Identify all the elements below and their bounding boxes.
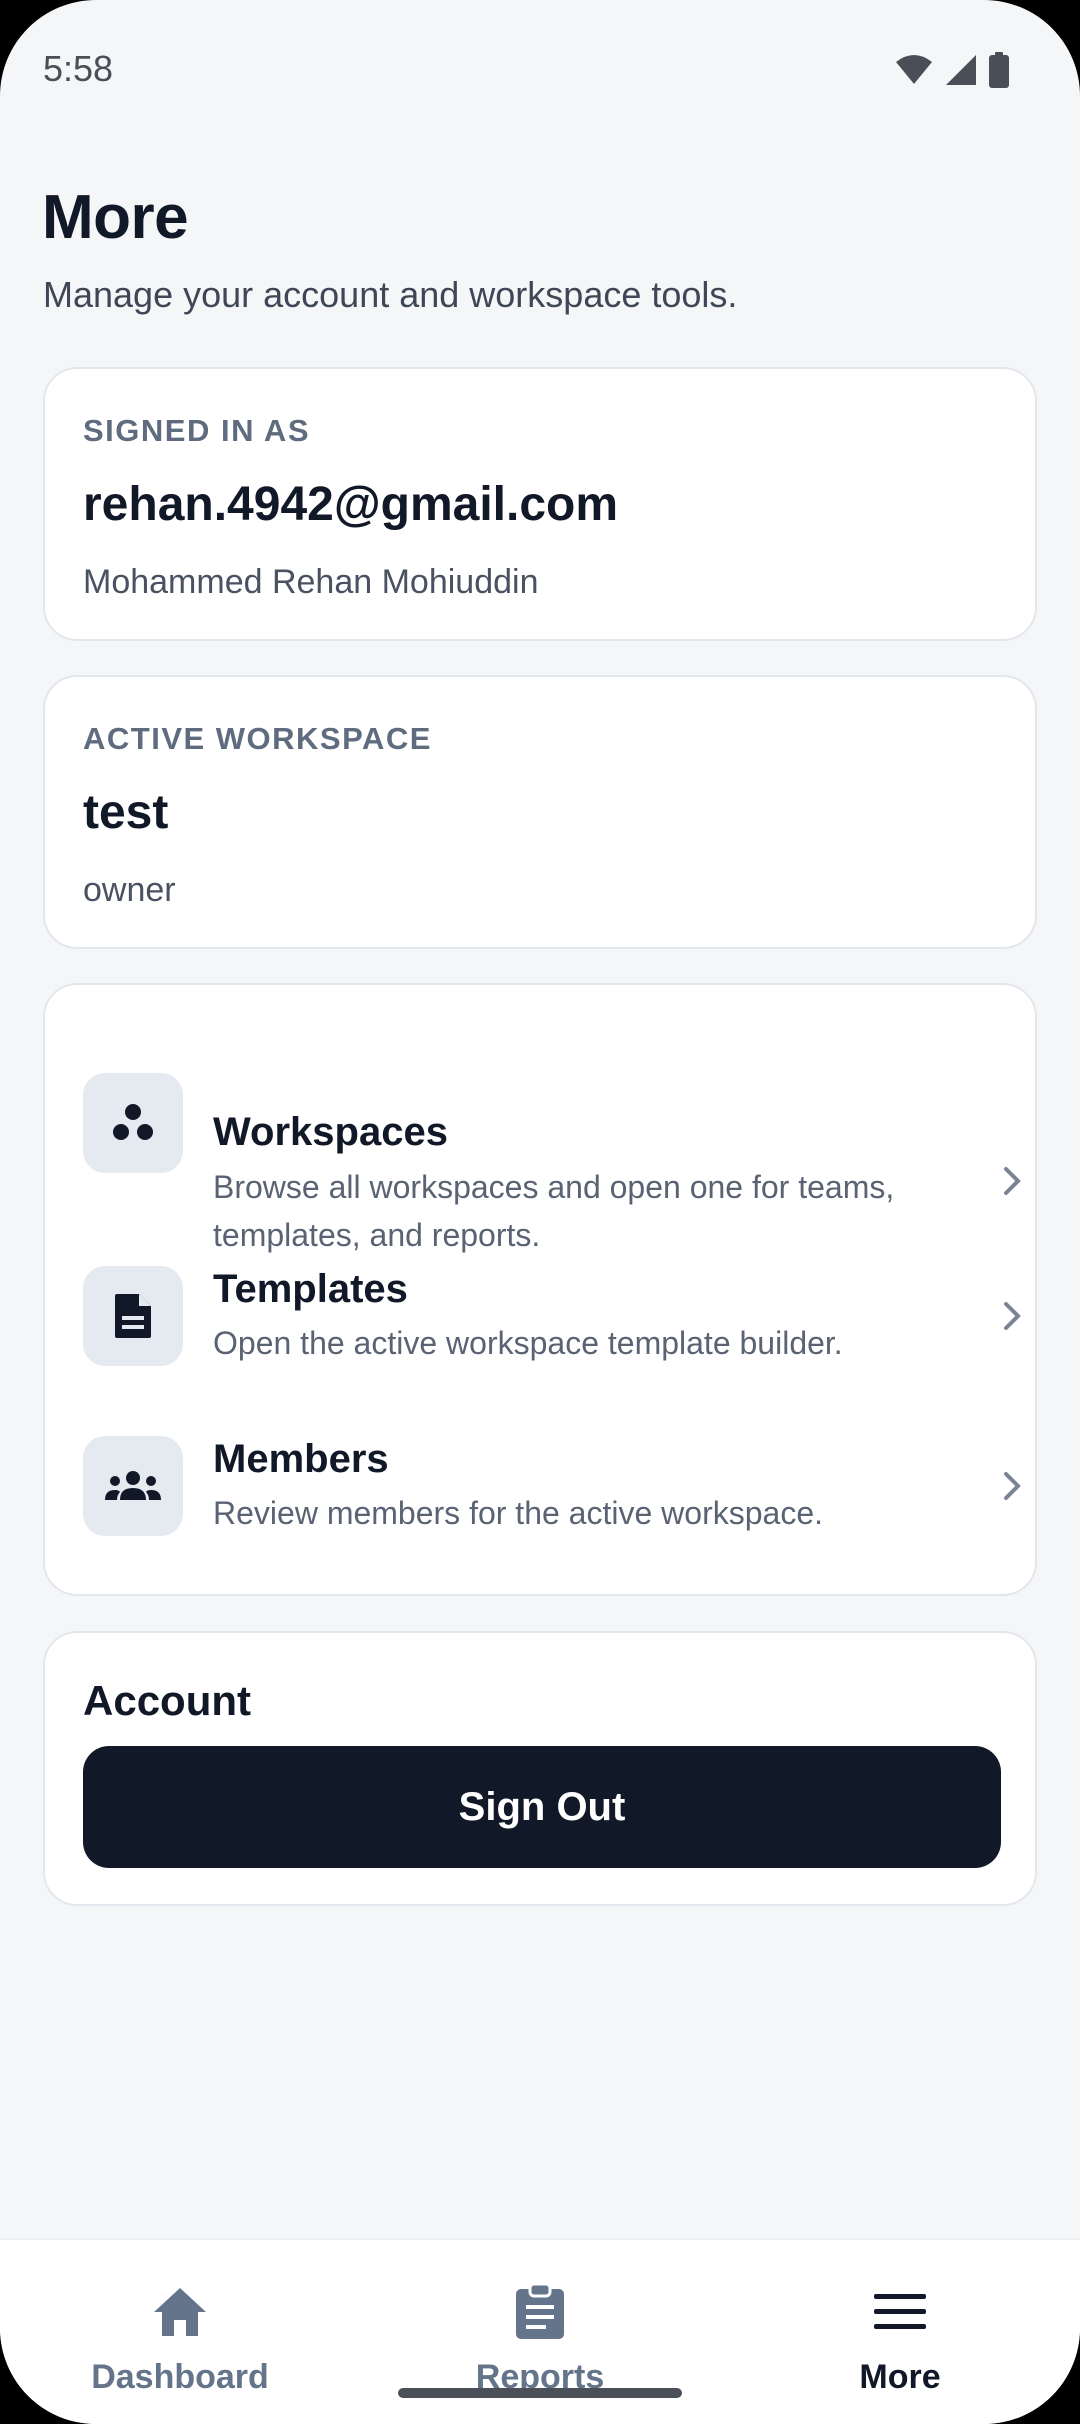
group-icon: [83, 1436, 183, 1536]
account-title: Account: [83, 1677, 251, 1724]
status-icons: [894, 52, 1010, 93]
sign-out-button[interactable]: Sign Out: [83, 1746, 1001, 1868]
signed-in-label: SIGNED IN AS: [83, 413, 310, 448]
workspaces-description: Browse all workspaces and open one for t…: [213, 1169, 895, 1253]
status-bar: 5:58: [0, 0, 1080, 140]
workspace-role: owner: [83, 871, 176, 909]
chevron-right-icon: [1000, 1470, 1024, 1507]
status-time: 5:58: [43, 48, 114, 89]
document-icon: [83, 1266, 183, 1366]
nav-label-dashboard: Dashboard: [91, 2358, 269, 2396]
signal-icon: [944, 53, 978, 92]
active-workspace-card: ACTIVE WORKSPACE test owner: [43, 675, 1037, 949]
home-indicator[interactable]: [398, 2388, 682, 2398]
nav-item-dashboard[interactable]: Dashboard: [0, 2240, 360, 2424]
active-workspace-label: ACTIVE WORKSPACE: [83, 721, 432, 756]
templates-title: Templates: [213, 1267, 408, 1311]
clipboard-icon: [510, 2282, 570, 2342]
user-email: rehan.4942@gmail.com: [83, 478, 619, 531]
tools-card: Workspaces Browse all workspaces and ope…: [43, 983, 1037, 1596]
members-description: Review members for the active workspace.: [213, 1495, 823, 1531]
battery-icon: [988, 52, 1010, 93]
menu-icon: [870, 2282, 930, 2342]
chevron-right-icon: [1000, 1300, 1024, 1337]
signed-in-card: SIGNED IN AS rehan.4942@gmail.com Mohamm…: [43, 367, 1037, 641]
account-card: Account Sign Out: [43, 1631, 1037, 1906]
user-name: Mohammed Rehan Mohiuddin: [83, 563, 539, 601]
workspaces-icon: [83, 1073, 183, 1173]
templates-description: Open the active workspace template build…: [213, 1325, 843, 1361]
workspace-name: test: [83, 786, 169, 839]
members-title: Members: [213, 1437, 389, 1481]
workspaces-title: Workspaces: [213, 1110, 448, 1154]
workspaces-link[interactable]: Workspaces Browse all workspaces and ope…: [45, 1045, 1035, 1253]
nav-item-more[interactable]: More: [720, 2240, 1080, 2424]
nav-label-more: More: [859, 2358, 941, 2396]
wifi-icon: [894, 54, 934, 91]
screen: 5:58 More Manage your account and worksp…: [0, 0, 1080, 2424]
page-title: More: [42, 183, 189, 252]
home-icon: [150, 2282, 210, 2342]
page-subtitle: Manage your account and workspace tools.: [43, 274, 738, 315]
chevron-right-icon: [1000, 1165, 1024, 1202]
